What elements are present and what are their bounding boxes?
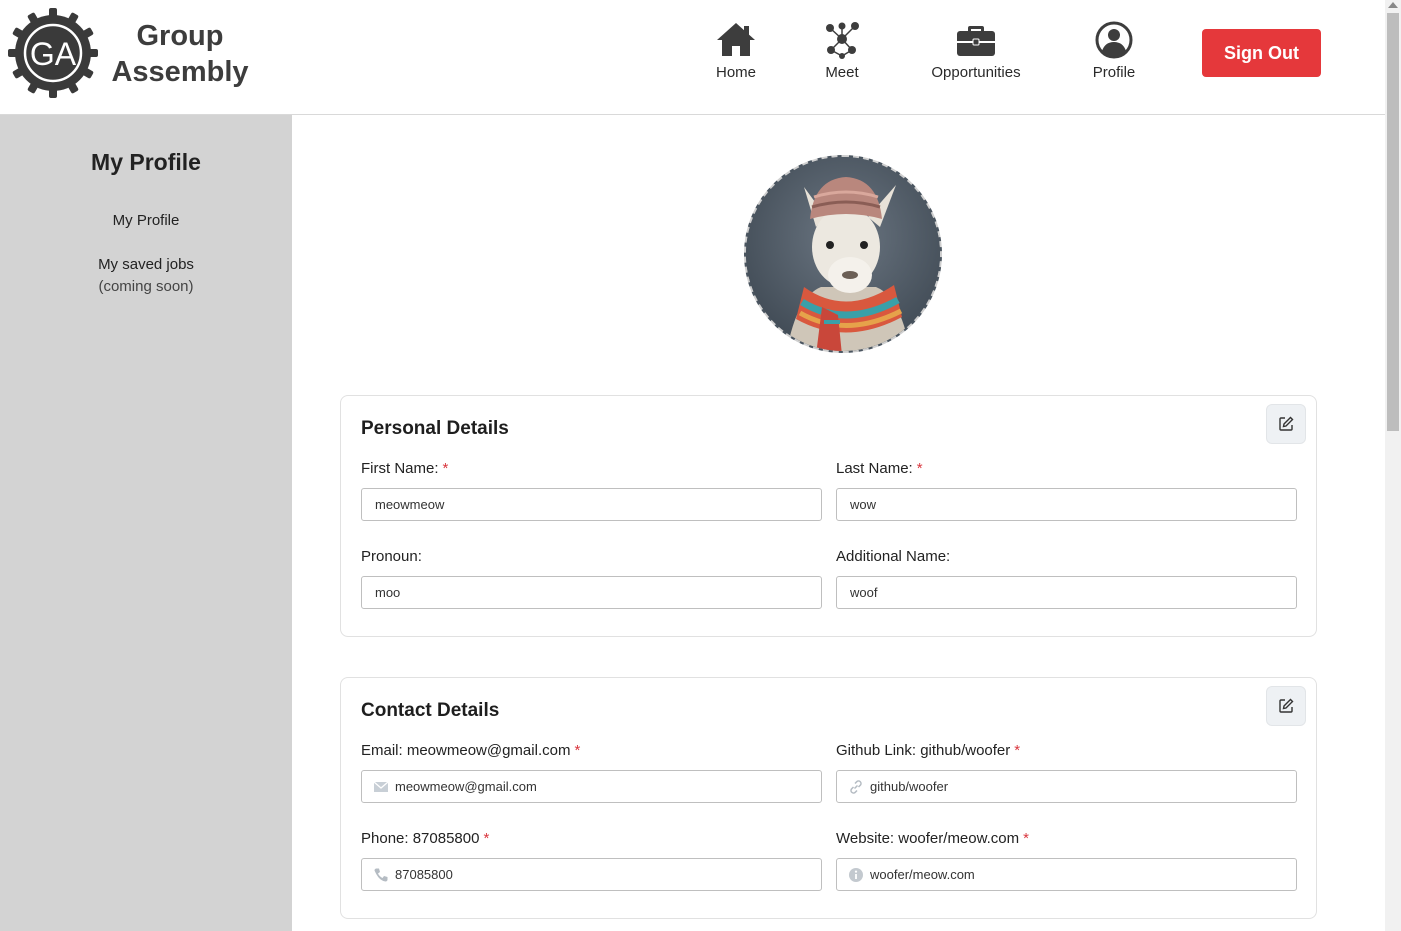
nav-profile[interactable]: Profile [1088, 20, 1140, 81]
pronoun-input[interactable] [361, 576, 822, 609]
required-marker: * [916, 460, 923, 477]
llama-avatar-image [746, 157, 940, 351]
pronoun-label: Pronoun: [361, 548, 422, 565]
info-icon [849, 868, 863, 882]
nav-meet[interactable]: Meet [818, 20, 866, 81]
scrollbar-thumb[interactable] [1387, 13, 1399, 431]
sign-out-button[interactable]: Sign Out [1202, 29, 1321, 77]
sidebar-title: My Profile [91, 149, 201, 175]
required-marker: * [1023, 830, 1029, 847]
last-name-input[interactable] [836, 488, 1297, 521]
personal-details-title: Personal Details [361, 418, 509, 439]
required-marker: * [483, 830, 490, 847]
contact-details-card: Contact Details Email: meowmeow@gmail.co… [340, 677, 1317, 919]
phone-icon [374, 868, 388, 882]
phone-input[interactable] [361, 858, 822, 891]
sidebar-item-saved-jobs-label: My saved jobs [98, 256, 194, 273]
sidebar: My Profile My Profile My saved jobs (com… [0, 115, 292, 931]
user-circle-icon [1095, 21, 1133, 59]
phone-label: Phone: 87085800 * [361, 830, 490, 847]
edit-contact-details-button[interactable] [1266, 686, 1306, 726]
home-icon [717, 23, 755, 56]
additional-name-input[interactable] [836, 576, 1297, 609]
svg-text:GA: GA [30, 36, 77, 72]
nav-home-label: Home [715, 64, 756, 81]
sidebar-item-saved-jobs[interactable]: My saved jobs (coming soon) [0, 256, 292, 295]
brand-name: Group Assembly [111, 20, 249, 88]
required-marker: * [1014, 742, 1021, 759]
briefcase-icon [957, 26, 995, 56]
coming-soon-note: (coming soon) [98, 278, 194, 295]
email-input[interactable] [361, 770, 822, 803]
email-label: Email: meowmeow@gmail.com * [361, 742, 581, 759]
edit-personal-details-button[interactable] [1266, 404, 1306, 444]
nav-home[interactable]: Home [710, 20, 762, 81]
website-input[interactable] [836, 858, 1297, 891]
scroll-up-arrow-icon[interactable] [1388, 2, 1398, 8]
first-name-input[interactable] [361, 488, 822, 521]
profile-avatar[interactable] [744, 155, 942, 353]
sidebar-item-my-profile[interactable]: My Profile [0, 212, 292, 229]
required-marker: * [442, 460, 449, 477]
mail-icon [373, 781, 389, 792]
edit-icon [1279, 416, 1294, 431]
github-input[interactable] [836, 770, 1297, 803]
nav-meet-label: Meet [825, 64, 859, 81]
nav-opportunities[interactable]: Opportunities [922, 20, 1030, 81]
required-marker: * [574, 742, 581, 759]
group-assembly-logo[interactable]: GA [8, 8, 98, 98]
edit-icon [1279, 698, 1294, 713]
top-header: GA Group Assembly Home Meet Opportunitie… [0, 0, 1385, 115]
first-name-label: First Name: * [361, 460, 449, 477]
last-name-label: Last Name: * [836, 460, 923, 477]
network-icon [826, 22, 859, 59]
nav-profile-label: Profile [1092, 64, 1136, 81]
github-label: Github Link: github/woofer * [836, 742, 1021, 759]
personal-details-card: Personal Details First Name:* Last Name:… [340, 395, 1317, 637]
contact-details-title: Contact Details [361, 700, 500, 721]
website-label: Website: woofer/meow.com * [836, 830, 1029, 847]
additional-name-label: Additional Name: [836, 548, 951, 565]
link-icon [850, 780, 862, 794]
nav-opportunities-label: Opportunities [931, 64, 1021, 81]
